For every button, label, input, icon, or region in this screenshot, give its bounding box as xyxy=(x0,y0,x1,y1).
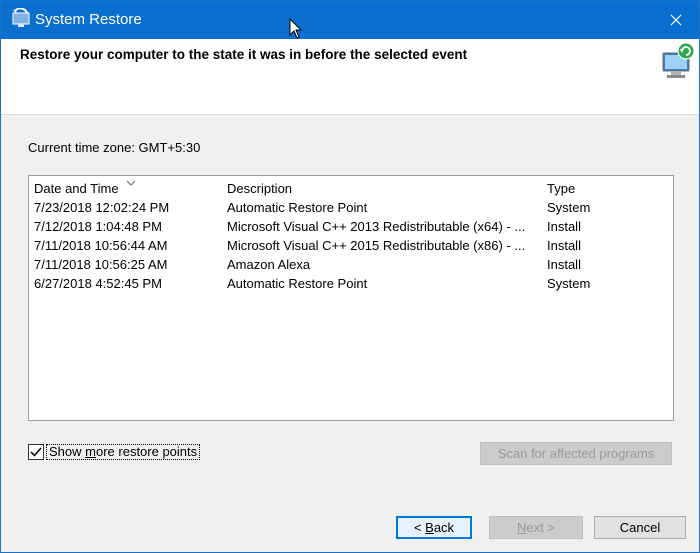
table-row[interactable]: 6/27/2018 4:52:45 PM Automatic Restore P… xyxy=(29,276,673,295)
row-date: 7/11/2018 10:56:44 AM xyxy=(34,238,168,253)
table-row[interactable]: 7/11/2018 10:56:25 AM Amazon Alexa Insta… xyxy=(29,257,673,276)
row-type: Install xyxy=(547,219,581,234)
row-date: 7/23/2018 12:02:24 PM xyxy=(34,200,170,215)
page-heading: Restore your computer to the state it wa… xyxy=(20,47,468,62)
system-restore-header-icon xyxy=(662,42,695,78)
timezone-label: Current time zone: GMT+5:30 xyxy=(28,140,201,155)
wizard-header: Restore your computer to the state it wa… xyxy=(1,39,699,115)
close-icon xyxy=(670,14,682,26)
table-row[interactable]: 7/23/2018 12:02:24 PM Automatic Restore … xyxy=(29,200,673,219)
row-description: Microsoft Visual C++ 2013 Redistributabl… xyxy=(227,219,526,234)
scan-affected-programs-button[interactable]: Scan for affected programs xyxy=(480,442,672,465)
row-description: Amazon Alexa xyxy=(227,257,311,272)
sort-indicator-icon xyxy=(126,180,136,186)
row-description: Automatic Restore Point xyxy=(227,276,368,291)
table-row[interactable]: 7/11/2018 10:56:44 AM Microsoft Visual C… xyxy=(29,238,673,257)
row-type: System xyxy=(547,276,591,291)
back-button[interactable]: < Back xyxy=(396,516,472,539)
system-restore-window: System Restore Restore your computer to … xyxy=(0,0,700,553)
row-type: Install xyxy=(547,257,581,272)
row-date: 7/12/2018 1:04:48 PM xyxy=(34,219,162,234)
row-description: Microsoft Visual C++ 2015 Redistributabl… xyxy=(227,238,526,253)
window-title: System Restore xyxy=(35,11,142,28)
restore-points-list[interactable]: Date and Time Description Type 7/23/2018… xyxy=(28,175,674,421)
show-more-label[interactable]: Show more restore points xyxy=(46,444,201,460)
cancel-button[interactable]: Cancel xyxy=(594,516,686,539)
mouse-cursor-icon xyxy=(289,18,303,39)
next-button[interactable]: Next > xyxy=(489,516,583,539)
checkmark-icon xyxy=(30,447,42,457)
row-type: Install xyxy=(547,238,581,253)
column-header-description[interactable]: Description xyxy=(227,181,292,196)
system-restore-app-icon xyxy=(12,8,30,27)
table-row[interactable]: 7/12/2018 1:04:48 PM Microsoft Visual C+… xyxy=(29,219,673,238)
row-date: 6/27/2018 4:52:45 PM xyxy=(34,276,162,291)
title-bar[interactable]: System Restore xyxy=(1,1,699,39)
column-header-date[interactable]: Date and Time xyxy=(34,180,136,196)
row-type: System xyxy=(547,200,591,215)
row-description: Automatic Restore Point xyxy=(227,200,368,215)
close-button[interactable] xyxy=(653,1,699,39)
show-more-checkbox[interactable] xyxy=(28,444,44,460)
column-header-type[interactable]: Type xyxy=(547,181,575,196)
row-date: 7/11/2018 10:56:25 AM xyxy=(34,257,168,272)
